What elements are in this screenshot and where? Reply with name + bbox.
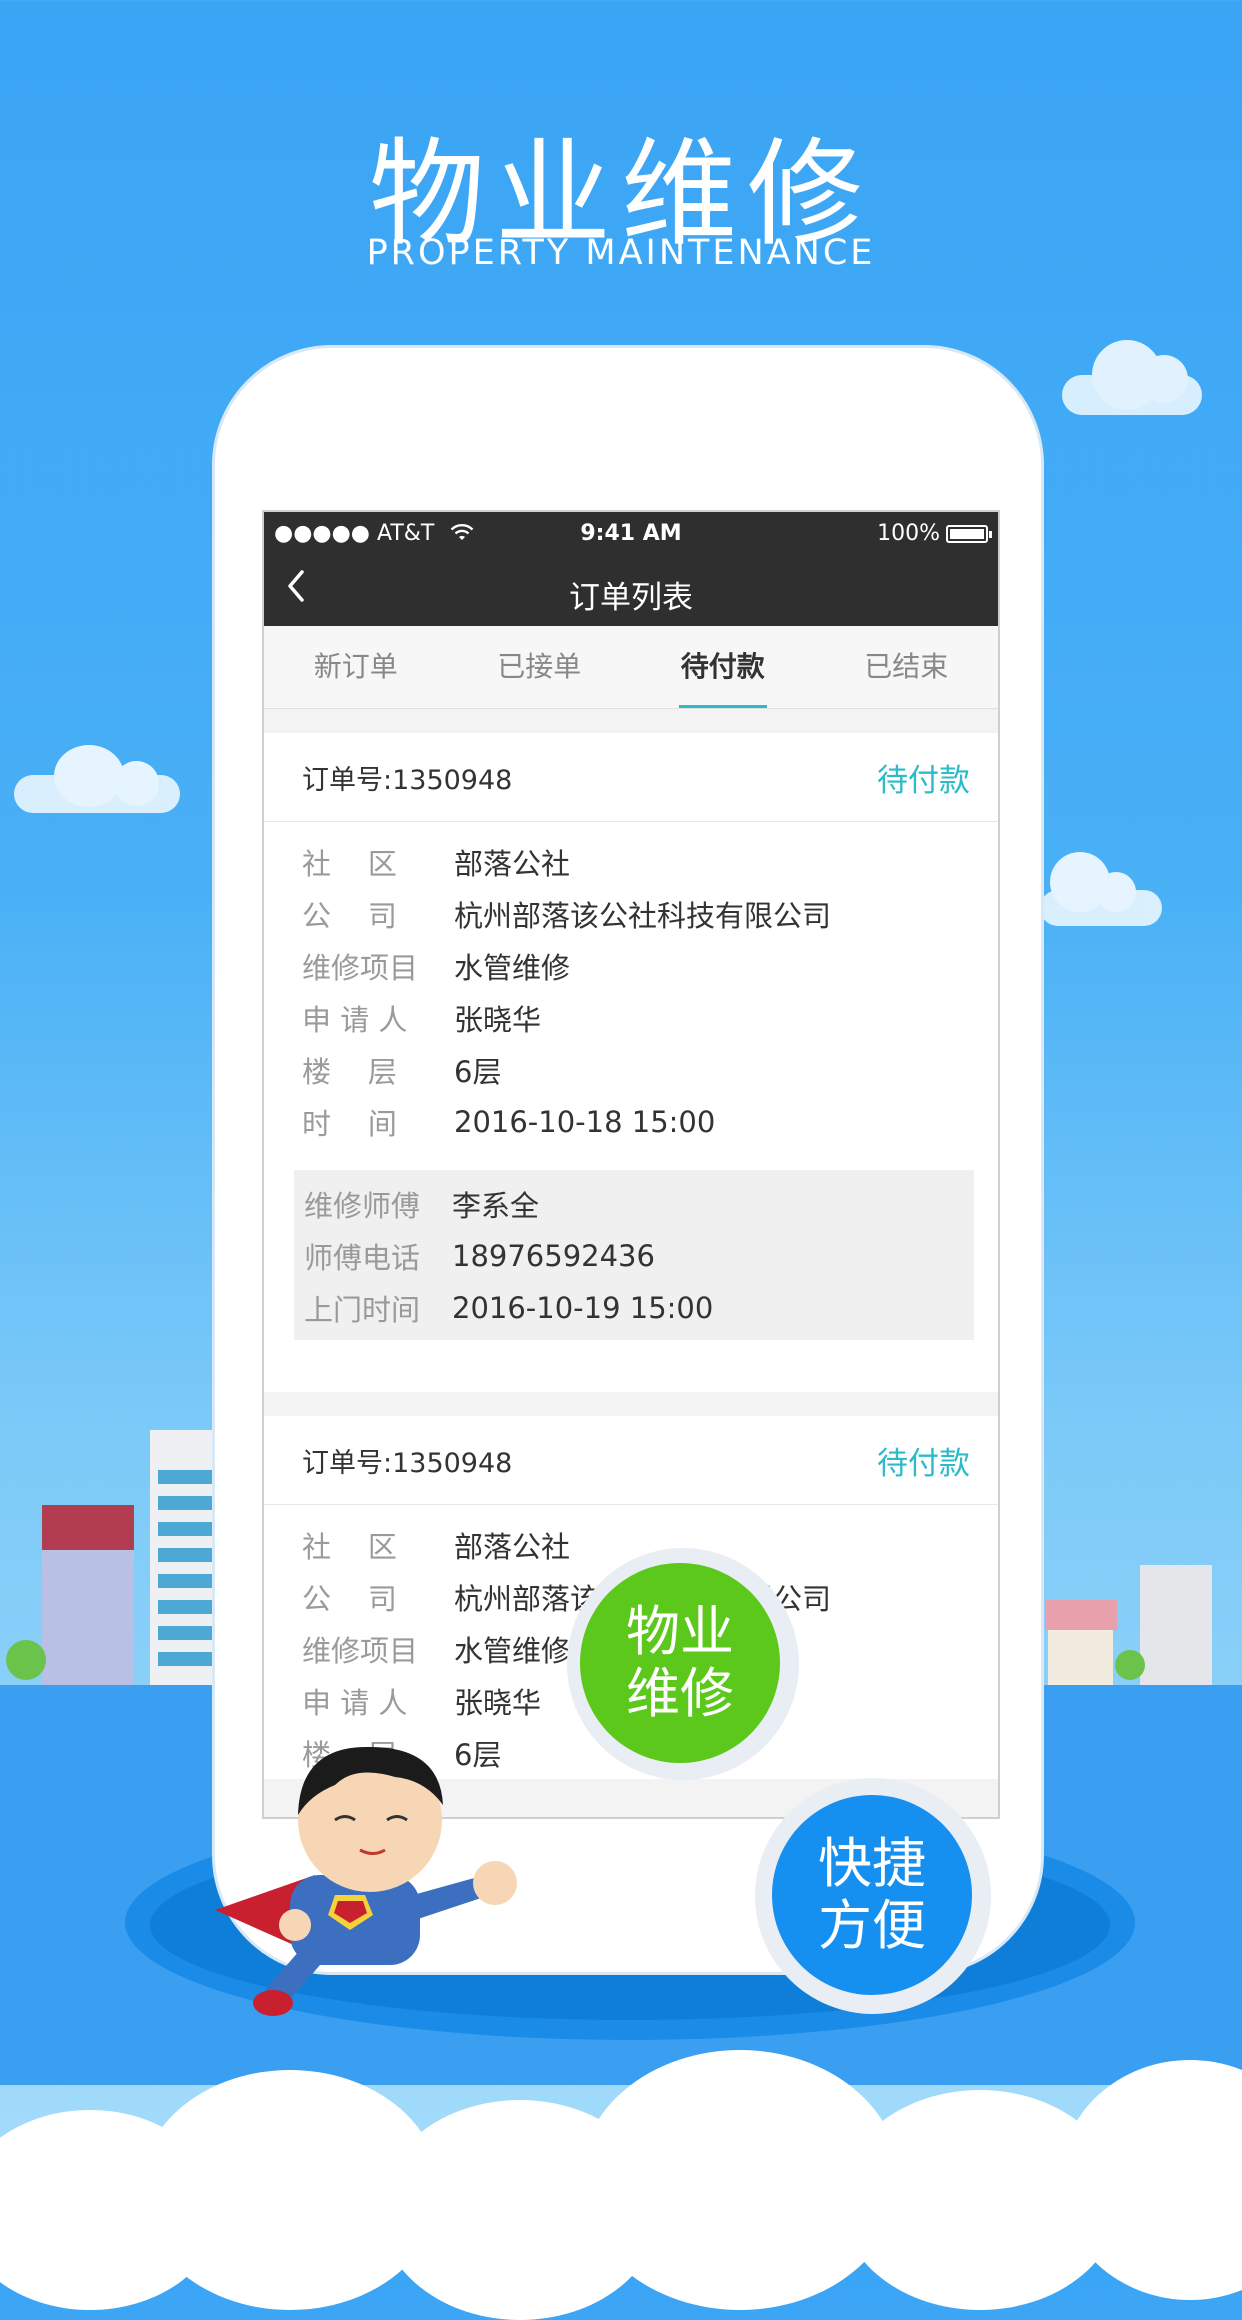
- detail-row-repair-item: 维修项目 水管维修: [302, 940, 998, 992]
- building-roof: [1045, 1600, 1117, 1630]
- field-label: 申 请 人: [302, 1686, 408, 1720]
- bottom-clouds: [0, 2050, 1242, 2320]
- field-value: 张晓华: [454, 1686, 542, 1720]
- badge-text-line: 方便: [818, 1894, 926, 1957]
- technician-row-phone: 师傅电话 18976592436: [304, 1230, 974, 1282]
- order-status: 待付款: [877, 1445, 970, 1482]
- field-label: 维修师傅: [304, 1189, 421, 1223]
- technician-row-name: 维修师傅 李系全: [304, 1178, 974, 1230]
- field-value: 6层: [454, 1055, 502, 1089]
- card-spacer: [264, 1340, 998, 1392]
- field-value: 2016-10-19 15:00: [452, 1291, 714, 1325]
- battery-indicator: 100%: [877, 521, 992, 546]
- tree-illustration: [6, 1640, 46, 1680]
- field-label: 时 间: [302, 1107, 397, 1141]
- order-status: 待付款: [877, 762, 970, 799]
- field-value: 水管维修: [454, 1634, 571, 1668]
- cloud-decoration: [1040, 852, 1162, 926]
- field-label: 公 司: [302, 1582, 397, 1616]
- order-card[interactable]: 订单号:1350948 待付款 社 区 部落公社 公 司 杭州部落该公社科技有限公司…: [264, 733, 998, 1392]
- technician-info: 维修师傅 李系全 师傅电话 18976592436 上门时间 2016-10-19 1…: [294, 1170, 974, 1340]
- field-label: 社 区: [302, 847, 397, 881]
- superhero-mascot: [215, 1746, 517, 2016]
- field-value: 杭州部落该公社科技有限公司: [454, 899, 832, 933]
- badge-text-line: 快捷: [818, 1832, 926, 1895]
- detail-row-time: 时 间 2016-10-18 15:00: [302, 1096, 998, 1148]
- field-label: 上门时间: [304, 1293, 421, 1327]
- hero-subtitle: PROPERTY MAINTENANCE: [366, 233, 876, 273]
- status-bar: ●●●●● AT&T 9:41 AM 100%: [264, 512, 998, 556]
- order-number: 订单号:1350948: [302, 1447, 513, 1479]
- order-card-header: 订单号:1350948 待付款: [264, 1416, 998, 1505]
- field-value: 部落公社: [454, 1530, 571, 1564]
- detail-row-community: 社 区 部落公社: [302, 836, 998, 888]
- tab-pending-payment[interactable]: 待付款: [678, 626, 767, 708]
- tab-new-orders[interactable]: 新订单: [312, 626, 400, 708]
- field-value: 2016-10-18 15:00: [454, 1105, 716, 1139]
- tab-finished[interactable]: 已结束: [862, 626, 950, 708]
- fast-convenient-badge: 快捷 方便: [772, 1795, 972, 1995]
- field-label: 维修项目: [302, 951, 419, 985]
- cloud-decoration: [1062, 340, 1202, 415]
- battery-percent: 100%: [877, 521, 940, 546]
- field-label: 申 请 人: [302, 1003, 408, 1037]
- field-label: 师傅电话: [304, 1241, 421, 1275]
- badge-text-line: 物业: [626, 1600, 734, 1663]
- order-card-header: 订单号:1350948 待付款: [264, 733, 998, 822]
- tree-illustration: [1115, 1650, 1145, 1680]
- field-value: 张晓华: [454, 1003, 542, 1037]
- badge-text-line: 维修: [626, 1662, 734, 1725]
- building-roof: [42, 1505, 134, 1550]
- building-windows: [158, 1470, 212, 1670]
- nav-bar: 订单列表: [264, 556, 998, 626]
- technician-phone[interactable]: 18976592436: [452, 1239, 655, 1273]
- field-label: 社 区: [302, 1530, 397, 1564]
- field-label: 楼 层: [302, 1055, 397, 1089]
- building-illustration: [1140, 1565, 1212, 1690]
- detail-row-company: 公 司 杭州部落该公社科技有限公司: [302, 888, 998, 940]
- field-value: 李系全: [452, 1189, 540, 1223]
- order-details: 社 区 部落公社 公 司 杭州部落该公社科技有限公司 维修项目 水管维修 申 请 人 张…: [264, 822, 998, 1148]
- detail-row-floor: 楼 层 6层: [302, 1044, 998, 1096]
- technician-row-visit-time: 上门时间 2016-10-19 15:00: [304, 1282, 974, 1334]
- order-number: 订单号:1350948: [302, 764, 513, 796]
- order-tabs: 新订单 已接单 待付款 已结束: [264, 626, 998, 709]
- field-value: 水管维修: [454, 951, 571, 985]
- cloud-decoration: [14, 745, 180, 813]
- battery-icon: [946, 524, 992, 543]
- field-label: 维修项目: [302, 1634, 419, 1668]
- property-repair-badge: 物业 维修: [580, 1563, 780, 1763]
- field-value: 部落公社: [454, 847, 571, 881]
- detail-row-applicant: 申 请 人 张晓华: [302, 992, 998, 1044]
- tab-accepted[interactable]: 已接单: [495, 626, 583, 708]
- field-label: 公 司: [302, 899, 397, 933]
- page-title: 订单列表: [569, 580, 693, 616]
